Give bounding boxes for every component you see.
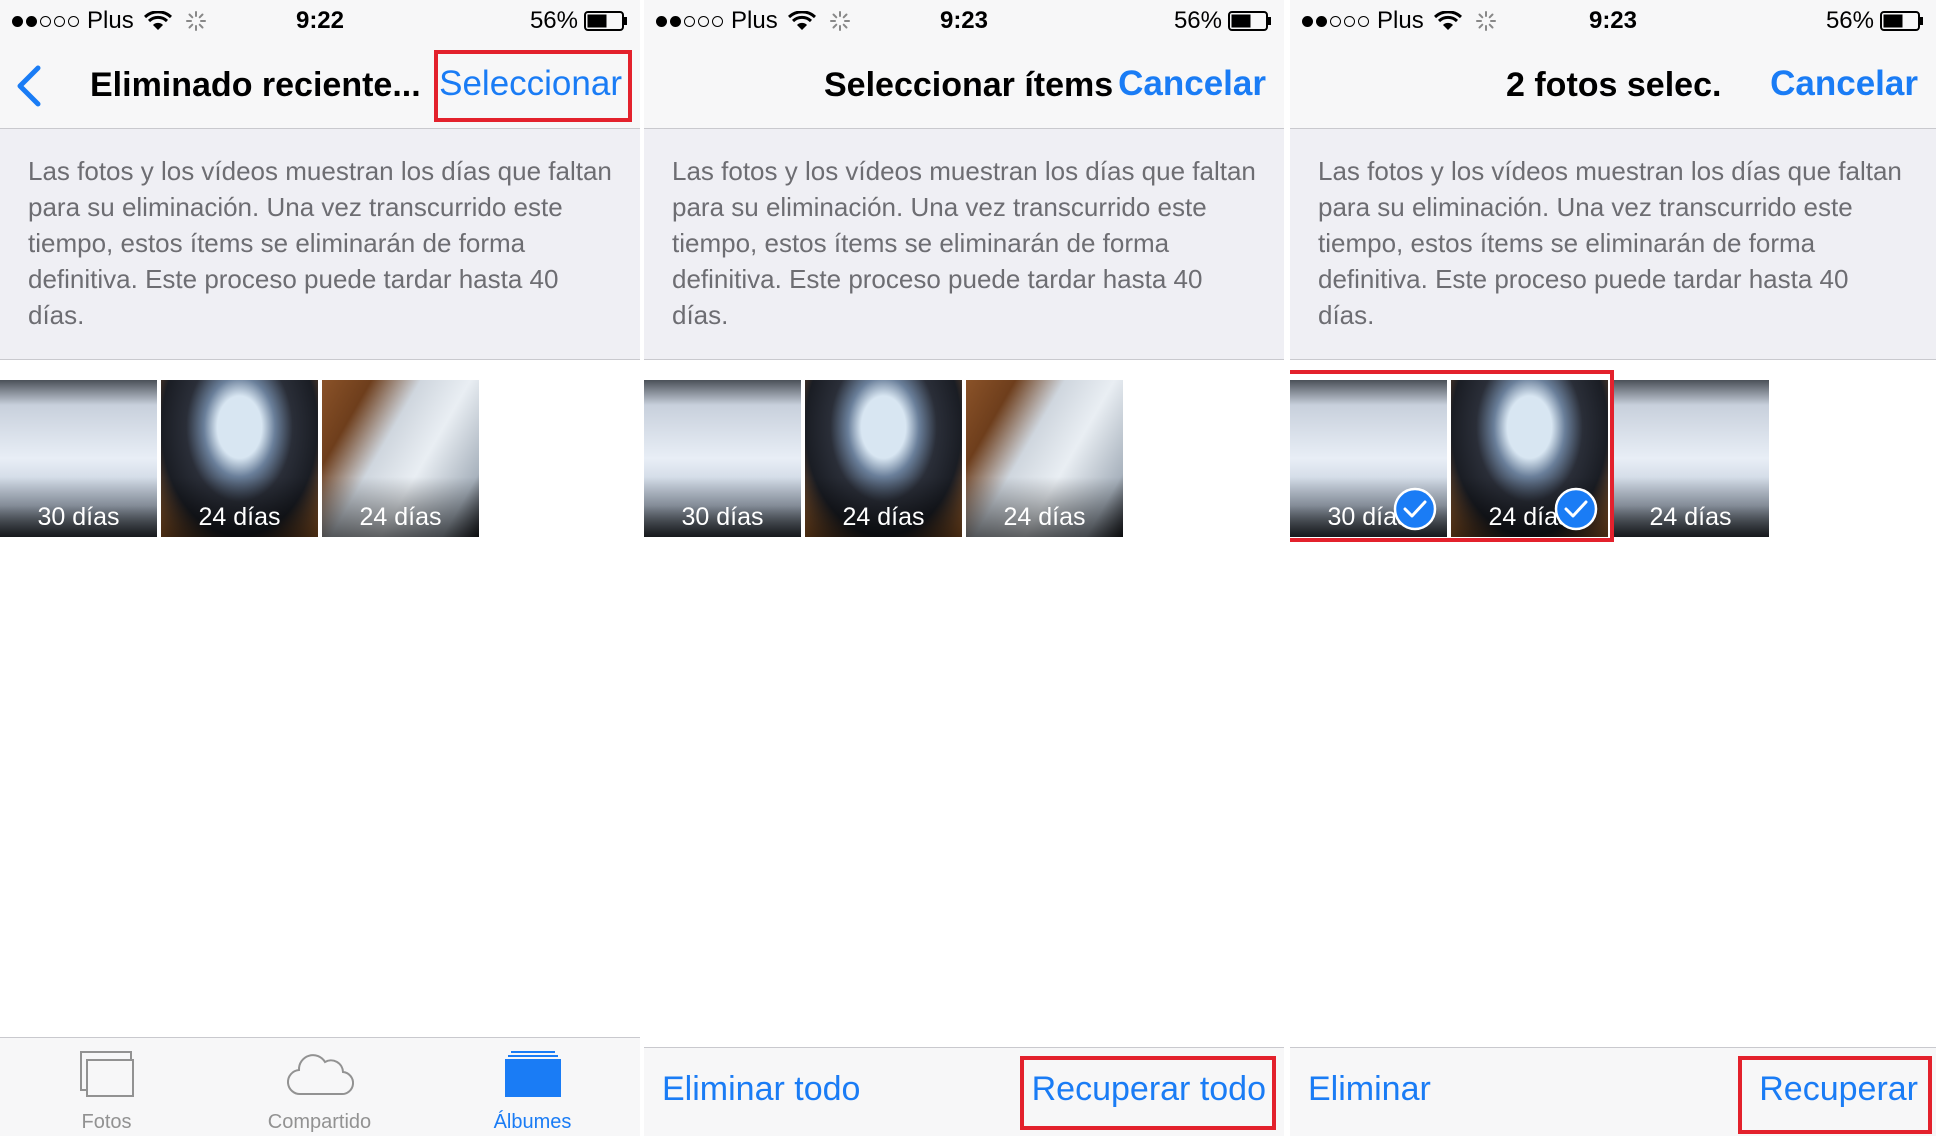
info-text: Las fotos y los vídeos muestran los días… [28,156,612,330]
days-remaining-label: 24 días [1003,503,1086,531]
screen-select-items: Plus 9:23 56% Seleccionar ítems Cancelar… [644,0,1284,1136]
bottom-toolbar: Eliminar Recuperar [1290,1047,1936,1136]
photo-thumbnail-selected[interactable]: 30 días [1290,380,1447,537]
photo-grid: 30 días 24 días 24 días [1290,380,1769,537]
status-bar: Plus 9:23 56% [644,0,1284,40]
info-panel: Las fotos y los vídeos muestran los días… [644,129,1284,360]
photo-thumbnail[interactable]: 30 días [0,380,157,537]
photo-grid: 30 días 24 días 24 días [0,380,479,537]
info-text: Las fotos y los vídeos muestran los días… [1318,156,1902,330]
bottom-toolbar: Eliminar todo Recuperar todo [644,1047,1284,1136]
navigation-bar: Eliminado reciente... Seleccionar [0,44,640,128]
recover-button[interactable]: Recuperar [1759,1070,1918,1109]
checkmark-icon [1554,487,1598,531]
checkmark-icon [1393,487,1437,531]
days-remaining-label: 24 días [842,503,925,531]
battery-icon [1880,11,1923,31]
tab-bar: Fotos Compartido Álbumes [0,1037,640,1136]
battery-percent: 56% [1825,7,1874,34]
battery-icon [1228,11,1271,31]
delete-button[interactable]: Eliminar [1308,1070,1431,1109]
top-bar: Plus 9:22 56% Eliminado reciente... Sele… [0,0,640,129]
navigation-bar: Seleccionar ítems Cancelar [644,44,1284,128]
page-title: Eliminado reciente... [90,66,421,104]
photos-tab-icon [79,1051,134,1097]
photo-thumbnail[interactable]: 24 días [805,380,962,537]
status-bar: Plus 9:22 56% [0,0,640,40]
tab-label: Fotos [81,1111,132,1133]
days-remaining-label: 24 días [359,503,442,531]
albums-tab-icon [504,1051,561,1097]
recover-all-button[interactable]: Recuperar todo [1032,1070,1266,1109]
days-remaining-label: 30 días [37,503,120,531]
battery-percent: 56% [529,7,578,34]
days-remaining-label: 30 días [681,503,764,531]
battery-icon [584,11,627,31]
cancel-button[interactable]: Cancelar [1770,64,1918,104]
navigation-bar: 2 fotos selec. Cancelar [1290,44,1936,128]
tab-label: Álbumes [493,1111,572,1133]
top-bar: Plus 9:23 56% Seleccionar ítems Cancelar [644,0,1284,129]
delete-all-button[interactable]: Eliminar todo [662,1070,860,1109]
tab-compartido[interactable]: Compartido [213,1038,426,1136]
info-text: Las fotos y los vídeos muestran los días… [672,156,1256,330]
photo-thumbnail[interactable]: 24 días [161,380,318,537]
photo-thumbnail[interactable]: 30 días [644,380,801,537]
top-bar: Plus 9:23 56% 2 fotos selec. Cancelar [1290,0,1936,129]
info-panel: Las fotos y los vídeos muestran los días… [1290,129,1936,360]
days-remaining-label: 24 días [1649,503,1732,531]
photo-thumbnail[interactable]: 24 días [322,380,479,537]
tab-label: Compartido [267,1111,372,1133]
photo-thumbnail[interactable]: 24 días [966,380,1123,537]
page-title: Seleccionar ítems [824,66,1114,104]
photo-grid: 30 días 24 días 24 días [644,380,1123,537]
status-bar: Plus 9:23 56% [1290,0,1936,40]
page-title: 2 fotos selec. [1506,66,1722,104]
photo-thumbnail-selected[interactable]: 24 días [1451,380,1608,537]
back-chevron-icon[interactable] [14,62,44,110]
screen-recently-deleted: Plus 9:22 56% Eliminado reciente... Sele… [0,0,640,1136]
cancel-button[interactable]: Cancelar [1118,64,1266,104]
info-panel: Las fotos y los vídeos muestran los días… [0,129,640,360]
days-remaining-label: 24 días [198,503,281,531]
screen-photos-selected: Plus 9:23 56% 2 fotos selec. Cancelar La… [1290,0,1936,1136]
cloud-icon [286,1054,354,1096]
select-button[interactable]: Seleccionar [439,64,622,104]
battery-percent: 56% [1173,7,1222,34]
tab-fotos[interactable]: Fotos [0,1038,213,1136]
tab-albumes[interactable]: Álbumes [426,1038,639,1136]
photo-thumbnail[interactable]: 24 días [1612,380,1769,537]
